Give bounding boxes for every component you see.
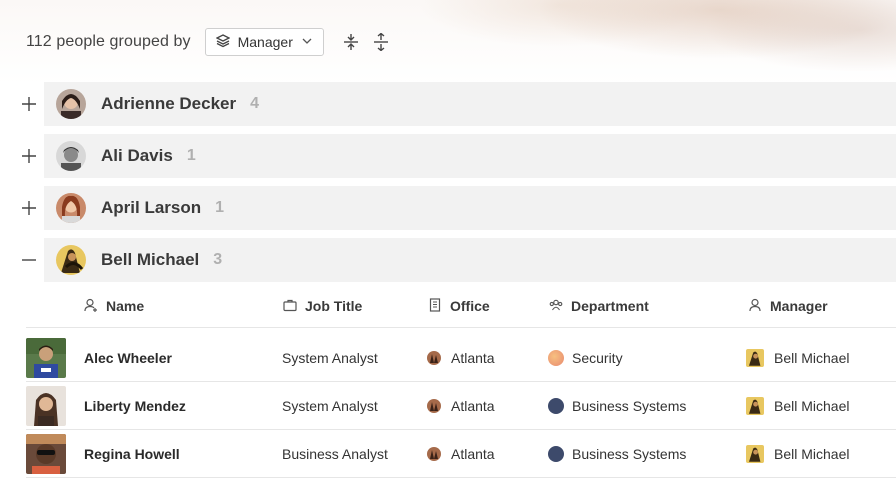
people-summary: 112 people grouped by [26,33,191,50]
department-cell: Business Systems [548,430,686,478]
group-by-dropdown[interactable]: Manager [204,28,324,56]
manager-name: Bell Michael [774,446,850,462]
column-header-department[interactable]: Department [549,284,649,328]
column-header-label: Name [106,298,145,314]
manager-avatar [746,445,764,463]
job-title: Business Analyst [282,446,388,462]
employee-name[interactable]: Liberty Mendez [84,382,186,430]
manager-cell[interactable]: Bell Michael [746,430,849,478]
table-row[interactable]: Alec Wheeler System Analyst Atlanta Secu… [26,334,896,382]
department-color-dot [548,446,564,462]
office-cell: Atlanta [427,430,495,478]
department-name: Security [572,350,623,366]
toolbar: 112 people grouped by Manager [26,28,392,56]
office-icon [427,351,441,365]
employee-photo [26,338,66,378]
column-header-job-title[interactable]: Job Title [283,284,362,328]
department-cell: Business Systems [548,382,686,430]
collapse-icon[interactable] [0,238,44,282]
column-header-office[interactable]: Office [428,284,490,328]
department-color-dot [548,398,564,414]
column-header-label: Job Title [305,298,363,314]
group-name: Adrienne Decker [101,94,237,113]
avatar [56,193,86,223]
expand-icon[interactable] [0,186,44,230]
job-title: System Analyst [282,398,378,414]
layers-icon [215,33,231,51]
group-row[interactable]: Bell Michael 3 [0,238,896,282]
expand-all-icon[interactable] [370,31,392,53]
office-cell: Atlanta [427,334,495,382]
employee-photo [26,386,66,426]
manager-cell[interactable]: Bell Michael [746,382,849,430]
expand-icon[interactable] [0,134,44,178]
manager-name: Bell Michael [774,398,850,414]
employee-name[interactable]: Regina Howell [84,430,180,478]
avatar [56,245,86,275]
group-name: April Larson [101,198,202,217]
manager-avatar [746,349,764,367]
group-name: Ali Davis [101,146,173,165]
column-header-name[interactable]: Name [84,284,144,328]
person-icon [748,298,762,315]
job-title: System Analyst [282,350,378,366]
column-header-manager[interactable]: Manager [748,284,828,328]
department-color-dot [548,350,564,366]
manager-cell[interactable]: Bell Michael [746,334,849,382]
briefcase-icon [283,298,297,315]
department-cell: Security [548,334,623,382]
avatar [56,141,86,171]
department-name: Business Systems [572,446,687,462]
group-name: Bell Michael [101,250,200,269]
column-header-label: Office [450,298,490,314]
group-count: 1 [186,147,196,164]
group-count: 1 [215,199,225,216]
group-count: 4 [250,95,260,112]
office-cell: Atlanta [427,382,495,430]
office-icon [427,447,441,461]
table-row[interactable]: Regina Howell Business Analyst Atlanta B… [26,430,896,478]
column-header-label: Department [571,298,649,314]
department-name: Business Systems [572,398,687,414]
employee-photo [26,434,66,474]
user-icon [84,298,98,315]
office-icon [427,399,441,413]
group-row[interactable]: Ali Davis 1 [0,134,896,178]
table-header: Name Job Title Office Department Manager [26,284,896,328]
office-name: Atlanta [451,398,495,414]
group-row[interactable]: April Larson 1 [0,186,896,230]
group-by-value: Manager [237,34,293,50]
collapse-all-icon[interactable] [340,31,362,53]
avatar [56,89,86,119]
office-name: Atlanta [451,446,495,462]
column-header-label: Manager [770,298,828,314]
office-name: Atlanta [451,350,495,366]
team-icon [549,298,563,315]
manager-avatar [746,397,764,415]
building-icon [428,297,442,315]
expand-icon[interactable] [0,82,44,126]
table-row[interactable]: Liberty Mendez System Analyst Atlanta Bu… [26,382,896,430]
group-count: 3 [213,251,223,268]
employee-name[interactable]: Alec Wheeler [84,334,172,382]
group-row[interactable]: Adrienne Decker 4 [0,82,896,126]
manager-name: Bell Michael [774,350,850,366]
chevron-down-icon [301,34,313,50]
